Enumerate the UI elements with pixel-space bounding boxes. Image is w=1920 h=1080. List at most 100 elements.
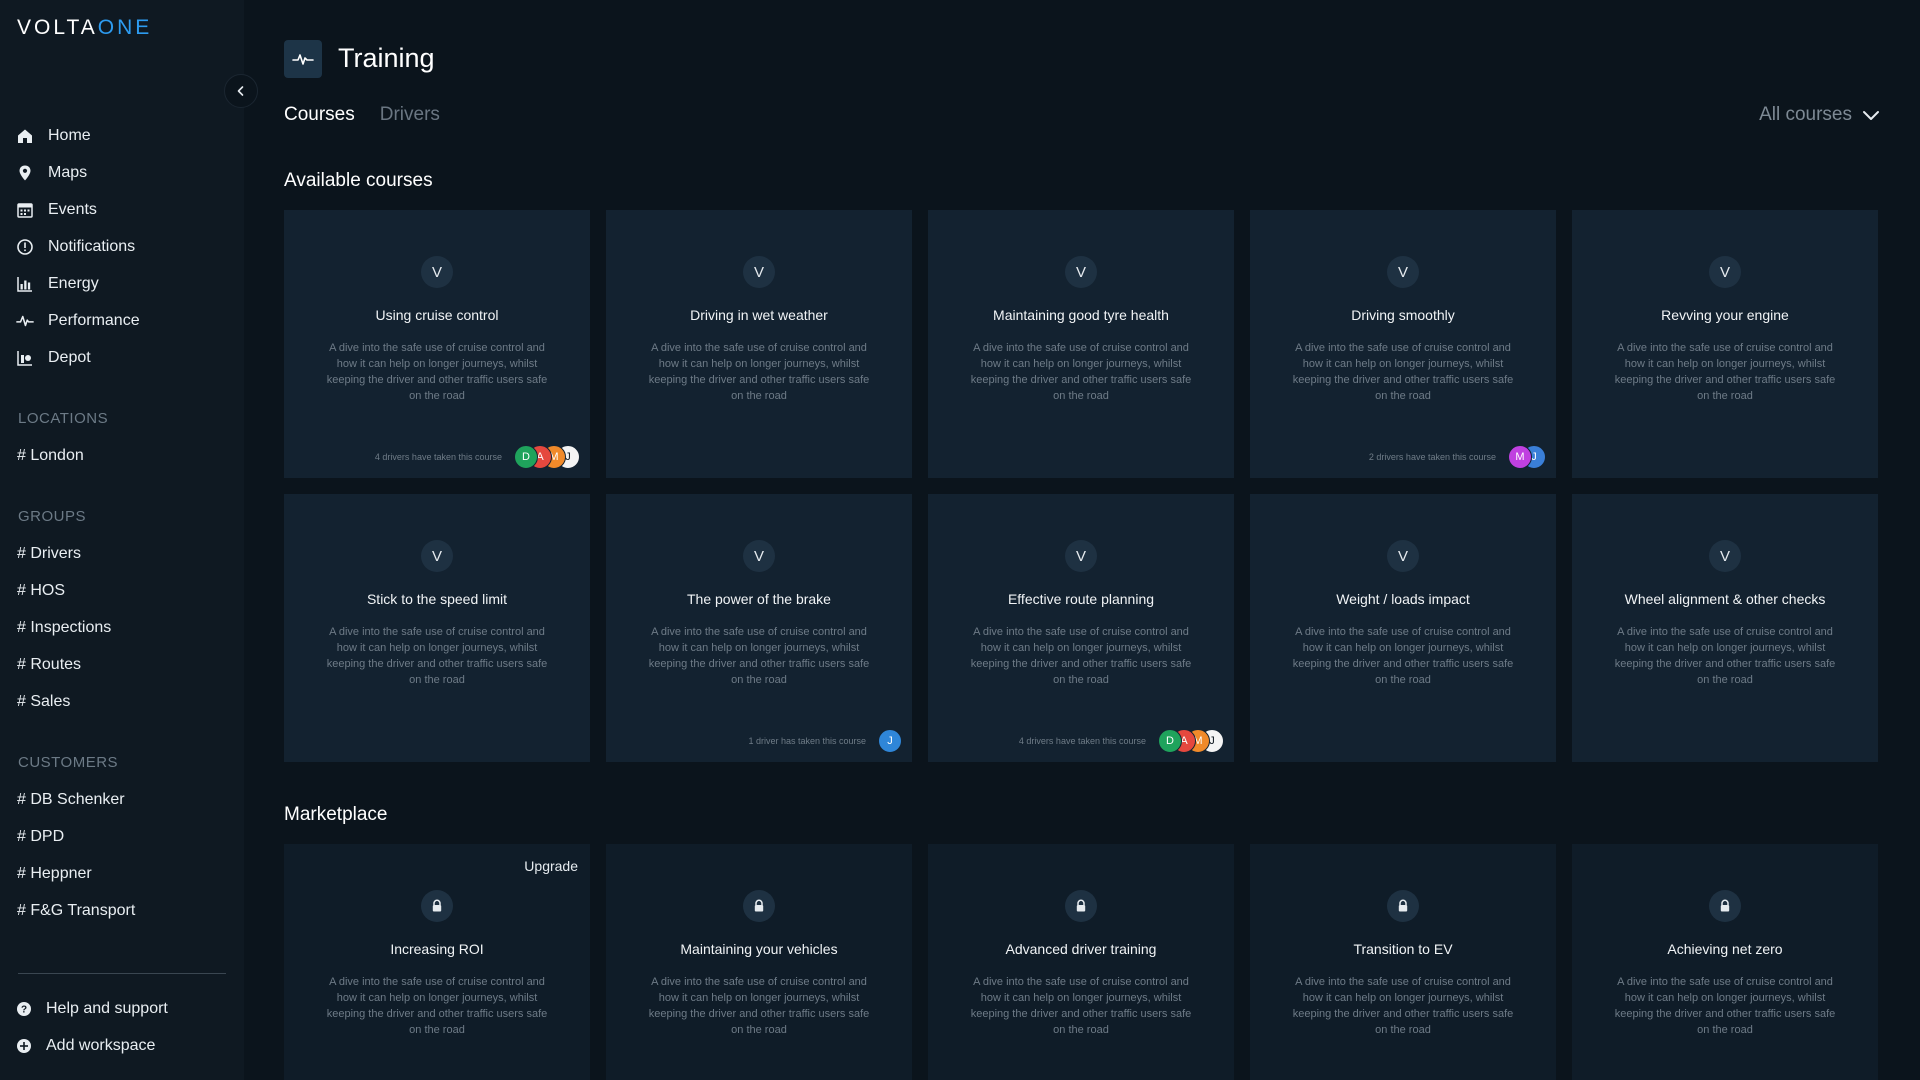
course-title: Effective route planning <box>1007 591 1155 607</box>
driver-avatars[interactable]: J <box>878 729 902 753</box>
tab-courses[interactable]: Courses <box>284 104 355 126</box>
course-card[interactable]: V The power of the brake A dive into the s… <box>606 494 912 762</box>
course-title: Transition to EV <box>1353 941 1453 957</box>
course-card[interactable]: V Driving in wet weather A dive into the s… <box>606 210 912 478</box>
course-footer: 2 drivers have taken this course M J <box>1250 444 1546 470</box>
drivers-taken-count: 4 drivers have taken this course <box>1018 736 1146 746</box>
course-footer: 1 driver has taken this course J <box>606 728 902 754</box>
sidebar-item-dpd[interactable]: # DPD <box>0 818 244 855</box>
svg-text:?: ? <box>21 1004 27 1015</box>
drivers-taken-count: 1 driver has taken this course <box>748 736 866 746</box>
course-description: A dive into the safe use of cruise contr… <box>1614 342 1836 402</box>
course-title: Achieving net zero <box>1667 941 1783 957</box>
course-badge-icon: V <box>1709 256 1741 288</box>
course-card[interactable]: V Revving your engine A dive into the safe… <box>1572 210 1878 478</box>
collapse-sidebar-button[interactable] <box>224 74 258 108</box>
sidebar-item-hos[interactable]: # HOS <box>0 572 244 609</box>
course-badge-icon: V <box>743 256 775 288</box>
course-title: Wheel alignment & other checks <box>1624 591 1826 607</box>
course-description: A dive into the safe use of cruise contr… <box>970 342 1192 402</box>
course-description: A dive into the safe use of cruise contr… <box>326 976 548 1036</box>
sidebar-item-label: Add workspace <box>46 1036 156 1054</box>
course-description: A dive into the safe use of cruise contr… <box>970 976 1192 1036</box>
marketplace-grid: Increasing ROI A dive into the safe use o… <box>284 844 1880 1080</box>
lock-icon <box>421 890 453 922</box>
sidebar-item-performance[interactable]: Performance <box>0 302 244 339</box>
help-icon: ? <box>16 1001 32 1017</box>
app-logo[interactable]: VOLTAONE <box>17 16 152 40</box>
course-footer: 4 drivers have taken this course D A M J <box>928 728 1224 754</box>
driver-avatars[interactable]: DAMJ <box>1158 729 1224 753</box>
course-card[interactable]: V Weight / loads impact A dive into the sa… <box>1250 494 1556 762</box>
home-icon <box>16 127 34 145</box>
sidebar-item-energy[interactable]: Energy <box>0 265 244 302</box>
sidebar-item-help-and-support[interactable]: ? Help and support <box>0 990 244 1027</box>
sidebar-item-notifications[interactable]: Notifications <box>0 228 244 265</box>
course-card[interactable]: V Driving smoothly A dive into the safe us… <box>1250 210 1556 478</box>
avatar: J <box>878 729 902 753</box>
sidebar-item-inspections[interactable]: # Inspections <box>0 609 244 646</box>
sidebar-item-home[interactable]: Home <box>0 117 244 154</box>
course-card[interactable]: V Stick to the speed limit A dive into the… <box>284 494 590 762</box>
course-description: A dive into the safe use of cruise contr… <box>970 626 1192 686</box>
sidebar-item-depot[interactable]: Depot <box>0 339 244 376</box>
logo-main-text: VOLTA <box>17 16 98 39</box>
chevron-left-icon <box>237 86 244 96</box>
sidebar-item-db-schenker[interactable]: # DB Schenker <box>0 781 244 818</box>
sidebar-item-sales[interactable]: # Sales <box>0 683 244 720</box>
sidebar-item-f-g-transport[interactable]: # F&G Transport <box>0 892 244 929</box>
training-page-icon <box>284 40 322 78</box>
sidebar-item-drivers[interactable]: # Drivers <box>0 535 244 572</box>
sidebar-item-label: Depot <box>48 348 91 366</box>
drivers-taken-count: 2 drivers have taken this course <box>1368 452 1496 462</box>
sidebar-item-label: Home <box>48 126 91 144</box>
course-description: A dive into the safe use of cruise contr… <box>1292 342 1514 402</box>
tab-drivers[interactable]: Drivers <box>380 104 440 126</box>
course-description: A dive into the safe use of cruise contr… <box>1292 976 1514 1036</box>
course-card[interactable]: Achieving net zero A dive into the safe u… <box>1572 844 1878 1080</box>
pulse-icon <box>292 54 314 65</box>
course-footer: 4 drivers have taken this course D A M J <box>284 444 580 470</box>
upgrade-button[interactable]: Upgrade <box>524 858 578 874</box>
alert-circle-icon <box>16 238 34 256</box>
marketplace-heading: Marketplace <box>284 804 388 825</box>
sidebar-item-events[interactable]: Events <box>0 191 244 228</box>
course-card[interactable]: Transition to EV A dive into the safe use… <box>1250 844 1556 1080</box>
sidebar-item-label: Notifications <box>48 237 136 255</box>
course-description: A dive into the safe use of cruise contr… <box>648 626 870 686</box>
course-card[interactable]: V Effective route planning A dive into the… <box>928 494 1234 762</box>
locations-list: # London <box>0 437 244 474</box>
avatar: D <box>514 445 538 469</box>
driver-avatars[interactable]: DAMJ <box>514 445 580 469</box>
course-card[interactable]: V Using cruise control A dive into the saf… <box>284 210 590 478</box>
course-card[interactable]: Maintaining your vehicles A dive into the… <box>606 844 912 1080</box>
course-card[interactable]: V Maintaining good tyre health A dive into… <box>928 210 1234 478</box>
bottom-nav: ? Help and support Add workspace <box>0 990 244 1064</box>
sidebar: VOLTAONE Home Maps Events Notifications Ener… <box>0 0 244 1080</box>
lock-icon <box>1709 890 1741 922</box>
lock-icon <box>1065 890 1097 922</box>
available-courses-heading: Available courses <box>284 170 433 191</box>
course-title: Stick to the speed limit <box>366 591 508 607</box>
lock-icon <box>1387 890 1419 922</box>
sidebar-item-label: Energy <box>48 274 99 292</box>
driver-avatars[interactable]: MJ <box>1508 445 1546 469</box>
course-badge-icon: V <box>1387 540 1419 572</box>
course-title: Advanced driver training <box>1005 941 1157 957</box>
course-badge-icon: V <box>1065 540 1097 572</box>
course-card[interactable]: V Wheel alignment & other checks A dive in… <box>1572 494 1878 762</box>
sidebar-item-london[interactable]: # London <box>0 437 244 474</box>
chevron-down-icon <box>1863 111 1879 120</box>
sidebar-item-routes[interactable]: # Routes <box>0 646 244 683</box>
sidebar-item-heppner[interactable]: # Heppner <box>0 855 244 892</box>
sidebar-item-add-workspace[interactable]: Add workspace <box>0 1027 244 1064</box>
course-filter-dropdown[interactable]: All courses <box>1759 104 1880 126</box>
avatar: D <box>1158 729 1182 753</box>
logo-suffix-text: ONE <box>97 16 153 39</box>
plus-circle-icon <box>16 1038 32 1054</box>
course-card[interactable]: Advanced driver training A dive into the … <box>928 844 1234 1080</box>
course-description: A dive into the safe use of cruise contr… <box>1614 976 1836 1036</box>
sidebar-divider <box>18 973 226 974</box>
course-card[interactable]: Increasing ROI A dive into the safe use o… <box>284 844 590 1080</box>
sidebar-item-maps[interactable]: Maps <box>0 154 244 191</box>
